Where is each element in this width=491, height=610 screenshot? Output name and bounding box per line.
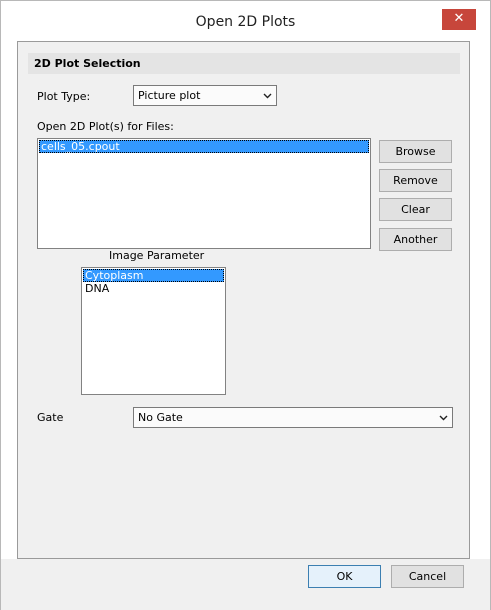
ok-button[interactable]: OK: [308, 565, 381, 588]
files-label: Open 2D Plot(s) for Files:: [37, 120, 174, 133]
image-parameter-listbox[interactable]: Cytoplasm DNA: [81, 267, 226, 395]
clear-button[interactable]: Clear: [379, 198, 452, 221]
plot-type-label: Plot Type:: [37, 90, 91, 103]
dialog-body: 2D Plot Selection Plot Type: Picture plo…: [17, 41, 470, 559]
plot-type-select[interactable]: Picture plot: [133, 85, 277, 106]
another-button[interactable]: Another: [379, 228, 452, 251]
list-item-cytoplasm[interactable]: Cytoplasm: [83, 269, 224, 282]
window-title: Open 2D Plots: [195, 14, 296, 30]
files-listbox[interactable]: cells_05.cpout: [37, 138, 371, 249]
title-bar: Open 2D Plots ✕: [1, 1, 490, 41]
section-header: 2D Plot Selection: [28, 53, 460, 74]
plot-type-value: Picture plot: [138, 89, 201, 102]
list-item-dna[interactable]: DNA: [83, 282, 224, 295]
gate-select[interactable]: No Gate: [133, 407, 453, 428]
open-2d-plots-dialog: Open 2D Plots ✕ 2D Plot Selection Plot T…: [0, 0, 491, 610]
file-list-item[interactable]: cells_05.cpout: [39, 140, 369, 153]
close-icon: ✕: [453, 11, 465, 26]
image-parameter-label: Image Parameter: [109, 249, 205, 262]
cancel-button[interactable]: Cancel: [391, 565, 464, 588]
chevron-down-icon: [263, 93, 272, 99]
close-button[interactable]: ✕: [442, 9, 476, 30]
chevron-down-icon: [439, 415, 448, 421]
browse-button[interactable]: Browse: [379, 140, 452, 163]
gate-value: No Gate: [138, 411, 183, 424]
gate-label: Gate: [37, 411, 64, 424]
dialog-footer: OK Cancel: [1, 559, 490, 610]
remove-button[interactable]: Remove: [379, 169, 452, 192]
